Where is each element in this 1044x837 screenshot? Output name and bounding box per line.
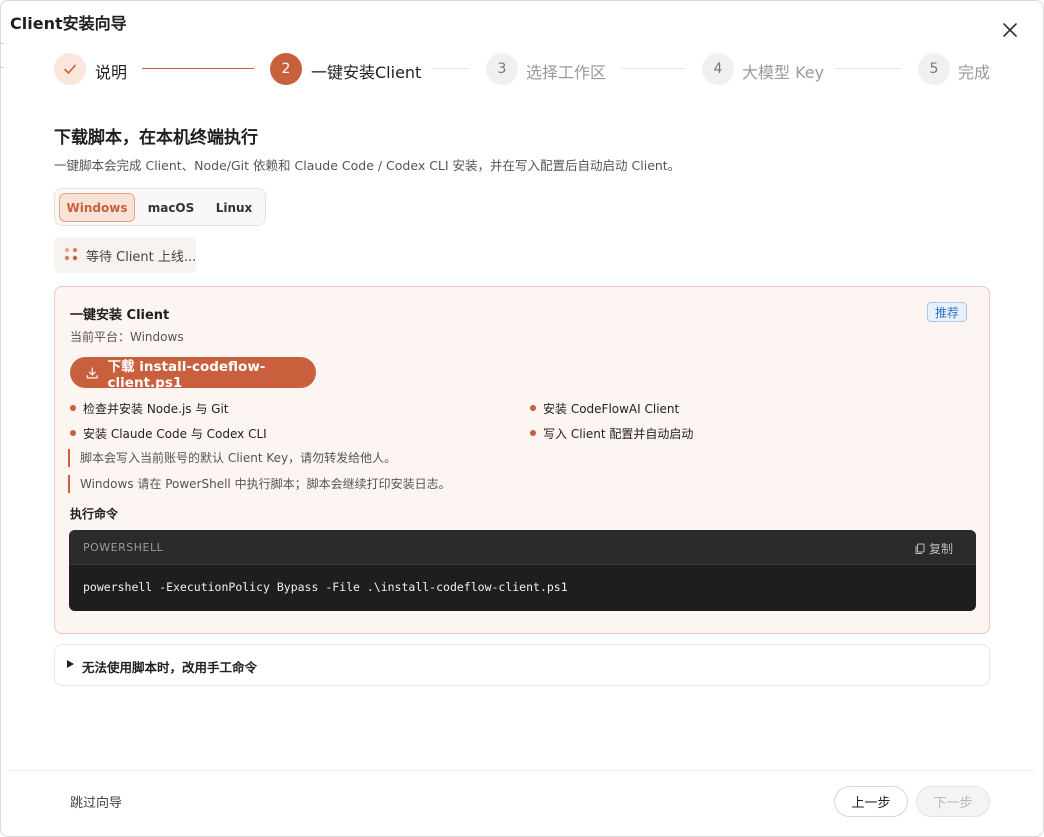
step-2-label: 一键安装Client — [311, 63, 422, 82]
step-3-label: 选择工作区 — [526, 63, 607, 82]
feature-item: 安装 CodeFlowAI Client — [529, 402, 680, 416]
client-status-badge: 等待 Client 上线... — [54, 237, 196, 273]
install-wizard-dialog: Client安装向导 说明 2 一键安装Client 3 选择工作区 4 大模型… — [0, 0, 1044, 837]
loading-spinner-icon — [64, 247, 78, 261]
code-language: POWERSHELL — [83, 541, 164, 554]
copy-button[interactable]: 复制 — [914, 540, 953, 557]
skip-wizard-link[interactable]: 跳过向导 — [70, 792, 122, 811]
download-icon — [86, 366, 98, 379]
os-tab-group: Windows macOS Linux — [54, 188, 266, 226]
dialog-title: Client安装向导 — [10, 14, 127, 33]
step-3-circle: 3 — [486, 53, 518, 85]
card-title: 一键安装 Client — [70, 308, 170, 323]
step-4-circle: 4 — [702, 53, 734, 85]
close-icon[interactable] — [1001, 21, 1019, 39]
manual-commands-label: 无法使用脚本时，改用手工命令 — [82, 660, 258, 675]
warning-note: 脚本会写入当前账号的默认 Client Key，请勿转发给他人。 — [68, 449, 396, 467]
info-note: Windows 请在 PowerShell 中执行脚本；脚本会继续打印安装日志。 — [68, 475, 451, 493]
step-1-done — [54, 53, 86, 85]
current-platform: 当前平台：Windows — [70, 330, 184, 344]
feature-item: 写入 Client 配置并自动启动 — [529, 427, 694, 441]
edge-tick — [1, 67, 4, 68]
download-label: 下载 install-codeflow-client.ps1 — [107, 358, 266, 391]
step-connector — [431, 68, 469, 69]
caret-right-icon — [67, 660, 74, 668]
command-text[interactable]: powershell -ExecutionPolicy Bypass -File… — [83, 580, 568, 594]
download-script-button[interactable]: 下载 install-codeflow-client.ps1 — [70, 357, 316, 391]
copy-label: 复制 — [929, 542, 954, 556]
tab-windows[interactable]: Windows — [59, 193, 135, 222]
step-5-label: 完成 — [958, 63, 991, 82]
command-label: 执行命令 — [70, 507, 119, 521]
step-connector — [835, 68, 901, 69]
code-block: POWERSHELL 复制 powershell -ExecutionPolic… — [69, 530, 976, 611]
step-4-label: 大模型 Key — [742, 63, 825, 82]
step-connector-done — [142, 68, 254, 69]
step-5-circle: 5 — [918, 53, 950, 85]
section-title: 下载脚本，在本机终端执行 — [54, 128, 258, 148]
status-text: 等待 Client 上线... — [86, 250, 197, 265]
manual-commands-toggle[interactable]: 无法使用脚本时，改用手工命令 — [54, 644, 990, 686]
step-2-circle: 2 — [270, 53, 302, 85]
tab-macos[interactable]: macOS — [139, 193, 203, 222]
step-connector — [621, 68, 685, 69]
copy-icon — [915, 543, 925, 554]
install-card: 一键安装 Client 当前平台：Windows 推荐 下载 install-c… — [54, 286, 990, 634]
section-description: 一键脚本会完成 Client、Node/Git 依赖和 Claude Code … — [54, 158, 681, 173]
check-icon — [64, 64, 76, 74]
tab-linux[interactable]: Linux — [207, 193, 261, 222]
code-header: POWERSHELL 复制 — [69, 530, 976, 565]
feature-item: 安装 Claude Code 与 Codex CLI — [70, 427, 267, 441]
next-button[interactable]: 下一步 — [916, 786, 990, 817]
recommended-badge: 推荐 — [927, 302, 967, 322]
edge-tick — [1, 43, 4, 44]
footer-divider — [10, 770, 1034, 771]
feature-item: 检查并安装 Node.js 与 Git — [70, 402, 229, 416]
previous-button[interactable]: 上一步 — [834, 786, 908, 817]
step-1-label: 说明 — [95, 63, 128, 82]
